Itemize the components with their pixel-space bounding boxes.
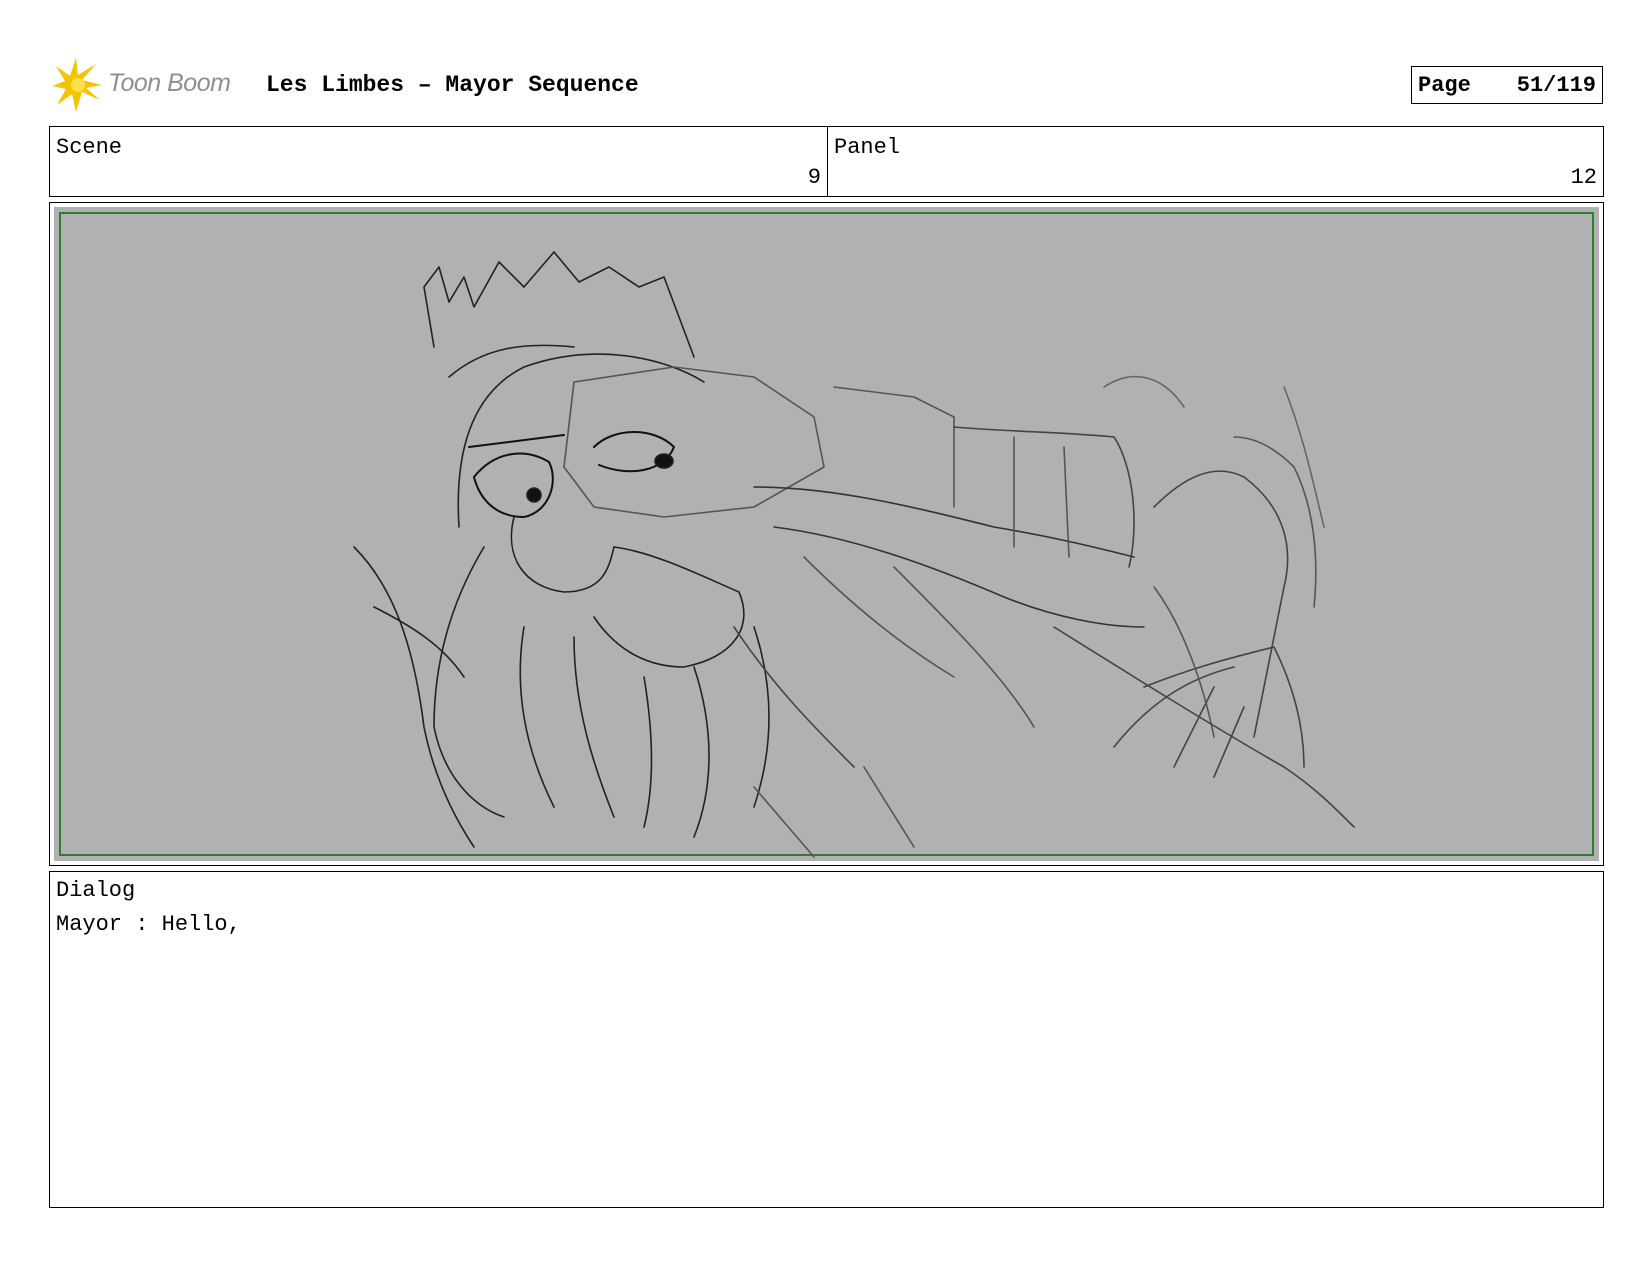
page-label: Page [1418, 72, 1471, 98]
document-title: Les Limbes – Mayor Sequence [266, 72, 639, 98]
toon-boom-logo: Toon Boom [52, 58, 252, 114]
panel-cell: Panel 12 [828, 127, 1603, 196]
dialog-text: Mayor : Hello, [56, 912, 241, 937]
page-indicator: Page 51/119 [1411, 66, 1603, 104]
safe-frame-border [59, 212, 1594, 856]
scene-label: Scene [56, 135, 123, 160]
scene-cell: Scene 9 [50, 127, 828, 196]
panel-label: Panel [834, 135, 901, 160]
dialog-box: Dialog Mayor : Hello, [49, 871, 1604, 1208]
storyboard-drawing-area [54, 207, 1599, 861]
page-number: 51/119 [1516, 72, 1596, 98]
panel-number: 12 [1570, 165, 1597, 190]
logo-wordmark: Toon Boom [108, 69, 231, 97]
scene-panel-row: Scene 9 Panel 12 [49, 126, 1604, 197]
dialog-label: Dialog [56, 878, 136, 903]
scene-number: 9 [807, 165, 821, 190]
sketch-mayor-drawing [59, 212, 1594, 858]
storyboard-panel-frame [49, 202, 1604, 866]
starburst-icon [52, 58, 102, 112]
